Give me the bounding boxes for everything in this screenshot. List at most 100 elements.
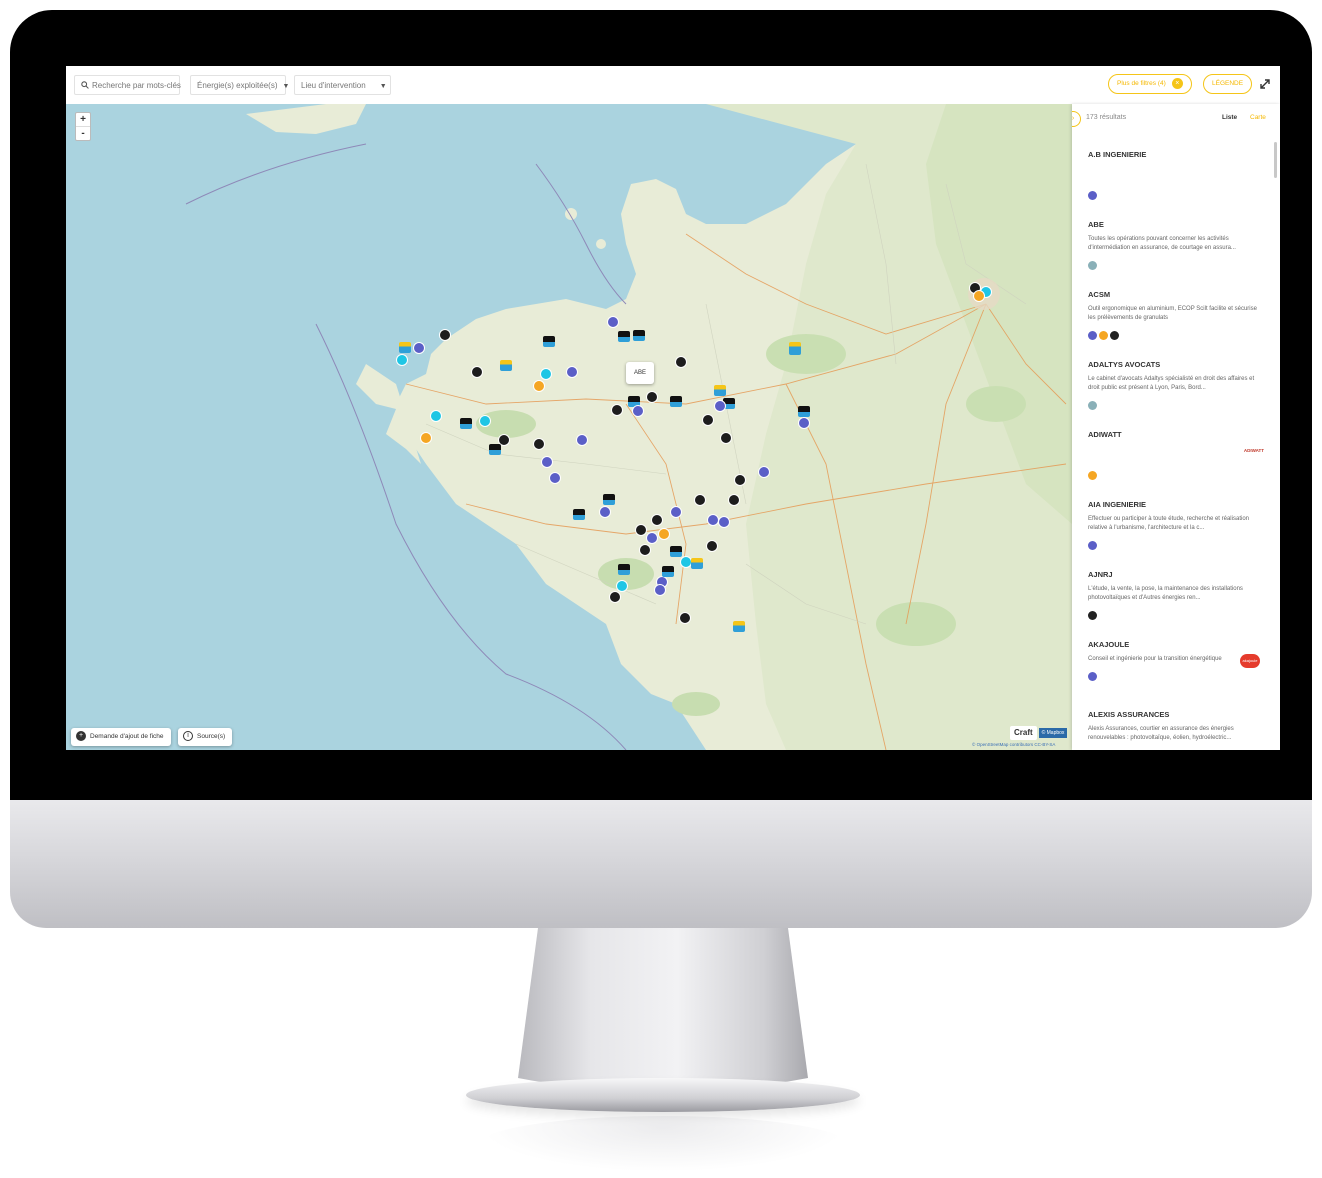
energy-icons [1088,261,1264,271]
scrollbar[interactable] [1274,142,1277,178]
location-filter-select[interactable]: Lieu d'intervention ▼ [294,75,391,95]
map-marker[interactable] [399,342,411,353]
chevron-down-icon: ▼ [379,83,387,90]
map-marker[interactable] [533,380,545,392]
map-marker[interactable] [413,342,425,354]
black-energy-icon [1088,611,1097,620]
results-count: 173 résultats [1086,114,1127,121]
orange-energy-icon [1088,471,1097,480]
map-marker[interactable] [728,494,740,506]
more-filters-label: Plus de filtres (4) [1117,80,1166,87]
map-marker[interactable] [973,290,985,302]
map-attribution[interactable]: © OpenStreetMap contributors CC-BY-SA [972,742,1055,747]
view-list-toggle[interactable]: Liste [1222,114,1237,121]
close-icon[interactable]: × [1171,77,1183,89]
energy-icons [1088,401,1264,411]
map-marker[interactable] [616,580,628,592]
list-item[interactable]: AIA INGENIERIE Effectuer ou participer à … [1088,500,1264,551]
map-view[interactable]: + - ABE + Demande d'ajout de fiche i Sou… [66,104,1072,750]
map-marker[interactable] [720,432,732,444]
map-marker[interactable] [679,612,691,624]
map-marker[interactable] [460,418,472,429]
map-marker[interactable] [603,494,615,505]
map-marker[interactable] [670,506,682,518]
map-marker[interactable] [654,584,666,596]
list-item[interactable]: ACSM Outil ergonomique en aluminium, ECOP… [1088,290,1264,341]
map-marker[interactable] [611,404,623,416]
map-marker[interactable] [706,540,718,552]
zoom-out-button[interactable]: - [76,127,90,140]
map-marker[interactable] [599,506,611,518]
add-sheet-button[interactable]: + Demande d'ajout de fiche [71,728,171,746]
map-marker[interactable] [651,514,663,526]
map-marker[interactable] [471,366,483,378]
map-marker[interactable] [758,466,770,478]
map-marker[interactable] [733,621,745,632]
map-marker[interactable] [691,558,703,569]
fullscreen-icon[interactable] [1258,77,1272,91]
purple-energy-icon [1088,541,1097,550]
plus-icon: + [76,731,86,742]
map-marker[interactable] [618,331,630,342]
map-marker[interactable] [607,316,619,328]
list-item[interactable]: ABE Toutes les opérations pouvant concern… [1088,220,1264,271]
map-marker[interactable] [500,360,512,371]
energy-icons [1088,672,1264,682]
purple-energy-icon [1088,191,1097,200]
zoom-in-button[interactable]: + [76,113,90,127]
energy-filter-select[interactable]: Énergie(s) exploitée(s) ▼ [190,75,289,95]
map-marker[interactable] [420,432,432,444]
map-marker[interactable] [734,474,746,486]
list-item[interactable]: A.B INGENIERIE [1088,150,1264,201]
map-marker[interactable] [670,546,682,557]
map-marker[interactable] [439,329,451,341]
map-marker[interactable] [658,528,670,540]
map-marker[interactable] [576,434,588,446]
list-item[interactable]: AKAJOULE Conseil et ingénierie pour la tr… [1088,640,1264,682]
map-marker[interactable] [533,438,545,450]
purple-energy-icon [1088,331,1097,340]
map-marker[interactable] [489,444,501,455]
map-marker[interactable] [646,391,658,403]
map-marker[interactable] [540,368,552,380]
map-marker[interactable] [573,509,585,520]
map-marker[interactable] [714,385,726,396]
legend-button[interactable]: LÉGENDE [1203,74,1253,94]
add-sheet-label: Demande d'ajout de fiche [90,733,164,740]
map-marker[interactable] [609,591,621,603]
company-name: ADIWATT [1088,430,1122,439]
company-name: ADALTYS AVOCATS [1088,360,1161,369]
map-marker[interactable] [702,414,714,426]
map-marker[interactable] [430,410,442,422]
map-marker[interactable] [675,356,687,368]
map-marker[interactable] [543,336,555,347]
collapse-panel-icon[interactable]: › [1072,111,1081,127]
map-marker[interactable] [479,415,491,427]
list-item[interactable]: ALEXIS ASSURANCES Alexis Assurances, cour… [1088,710,1264,750]
sources-button[interactable]: i Source(s) [178,728,233,746]
list-item[interactable]: ADALTYS AVOCATS Le cabinet d'avocats Adal… [1088,360,1264,411]
map-marker[interactable] [549,472,561,484]
map-marker[interactable] [632,405,644,417]
list-item[interactable]: ADIWATT ADIWATT [1088,430,1264,481]
map-marker[interactable] [798,406,810,417]
map-marker[interactable] [618,564,630,575]
map-marker[interactable] [718,516,730,528]
map-marker[interactable] [798,417,810,429]
more-filters-button[interactable]: Plus de filtres (4) × [1108,74,1192,94]
map-marker[interactable] [714,400,726,412]
map-marker[interactable] [670,396,682,407]
search-input[interactable]: Recherche par mots-clés [74,75,181,95]
list-item[interactable]: AJNRJ L'étude, la vente, la pose, la main… [1088,570,1264,621]
map-marker[interactable] [662,566,674,577]
map-marker[interactable] [635,524,647,536]
view-map-toggle[interactable]: Carte [1250,114,1266,121]
map-marker[interactable] [633,330,645,341]
map-marker[interactable] [396,354,408,366]
map-marker[interactable] [639,544,651,556]
map-marker[interactable] [789,342,801,353]
map-marker[interactable] [566,366,578,378]
map-marker[interactable] [646,532,658,544]
map-marker[interactable] [541,456,553,468]
map-marker[interactable] [694,494,706,506]
